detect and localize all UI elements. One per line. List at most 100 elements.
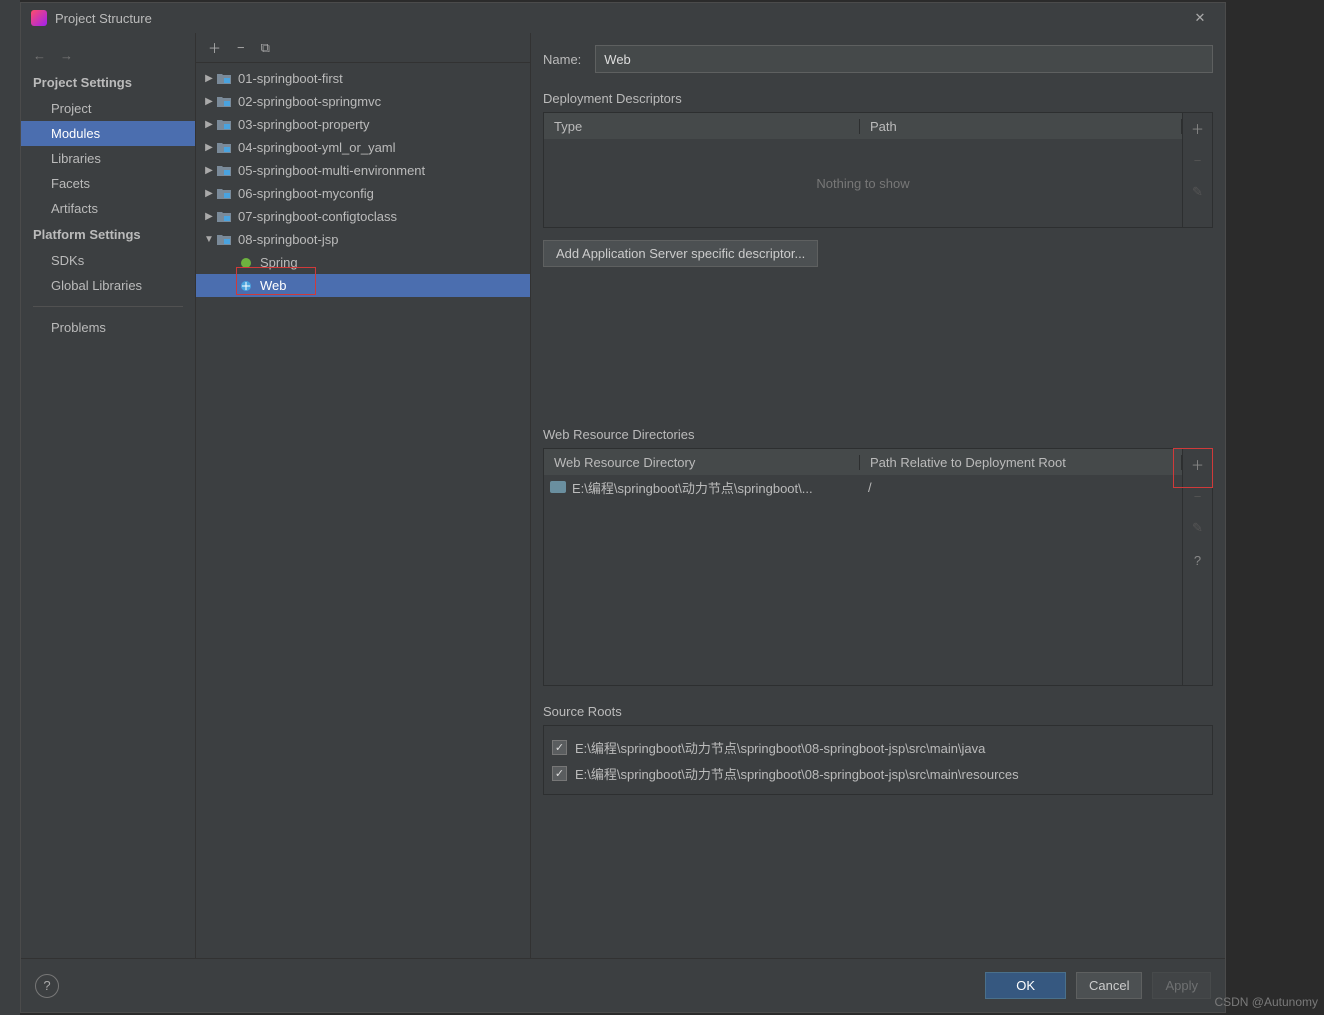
tree-label: 03-springboot-property <box>238 117 370 132</box>
expand-icon[interactable]: ▶ <box>202 188 216 199</box>
wrd-rel: / <box>868 480 872 495</box>
col-rel: Path Relative to Deployment Root <box>860 455 1182 470</box>
sidebar-item-libraries[interactable]: Libraries <box>21 146 195 171</box>
sidebar-item-sdks[interactable]: SDKs <box>21 248 195 273</box>
expand-icon[interactable]: ▶ <box>202 211 216 222</box>
sidebar-item-project[interactable]: Project <box>21 96 195 121</box>
expand-icon[interactable]: ▶ <box>202 119 216 130</box>
background-strip <box>0 0 20 1015</box>
sidebar-item-artifacts[interactable]: Artifacts <box>21 196 195 221</box>
add-icon[interactable]: ＋ <box>208 38 221 57</box>
collapse-icon[interactable]: ▼ <box>202 234 216 245</box>
tree-label: 07-springboot-configtoclass <box>238 209 397 224</box>
settings-sidebar: ← → Project Settings Project Modules Lib… <box>21 33 196 958</box>
name-input[interactable] <box>595 45 1213 73</box>
module-icon <box>216 210 232 224</box>
module-icon <box>216 118 232 132</box>
tree-node[interactable]: ▶ 02-springboot-springmvc <box>196 90 530 113</box>
help-icon[interactable]: ? <box>35 974 59 998</box>
sidebar-item-global-libraries[interactable]: Global Libraries <box>21 273 195 298</box>
tree-node-expanded[interactable]: ▼<عناية"> 08-springboot-jsp <box>196 228 530 251</box>
expand-icon[interactable]: ▶ <box>202 142 216 153</box>
add-icon[interactable]: ＋ <box>1187 453 1209 475</box>
sidebar-item-problems[interactable]: Problems <box>21 315 195 340</box>
name-label: Name: <box>543 52 581 67</box>
col-path: Path <box>860 119 1182 134</box>
edit-icon[interactable]: ✎ <box>1187 181 1209 203</box>
web-icon <box>238 279 254 293</box>
wrd-dir: E:\编程\springboot\动力节点\springboot\... <box>572 478 862 497</box>
back-icon[interactable]: ← <box>33 48 46 63</box>
tree-label: Web <box>260 278 287 293</box>
apply-button[interactable]: Apply <box>1152 972 1211 999</box>
tree-node[interactable]: ▶ 06-springboot-myconfig <box>196 182 530 205</box>
module-tree-panel: ＋ − ⧉ ▶ 01-springboot-first ▶ 02-springboo… <box>196 33 531 958</box>
tree-label: 01-springboot-first <box>238 71 343 86</box>
forward-icon[interactable]: → <box>60 48 73 63</box>
tree-leaf-web[interactable]: Web <box>196 274 530 297</box>
nav-arrows: ← → <box>21 41 195 69</box>
help-icon[interactable]: ? <box>1187 549 1209 571</box>
ok-button[interactable]: OK <box>985 972 1066 999</box>
module-icon <box>216 141 232 155</box>
wrd-body: E:\编程\springboot\动力节点\springboot\... / <box>544 475 1182 685</box>
remove-icon[interactable]: − <box>1187 149 1209 171</box>
tree-node[interactable]: ▶04-springboot-yml_or_yaml <box>196 136 530 159</box>
tree-label: 02-springboot-springmvc <box>238 94 381 109</box>
wrd-actions: ＋ − ✎ ? <box>1182 449 1212 685</box>
wrd-table-wrap: Web Resource Directory Path Relative to … <box>543 448 1213 686</box>
close-icon[interactable]: ✕ <box>1185 10 1215 26</box>
copy-icon[interactable]: ⧉ <box>261 40 270 56</box>
tree-node[interactable]: ▶05-springboot-multi-environment <box>196 159 530 182</box>
module-icon <box>216 95 232 109</box>
checkbox-icon[interactable]: ✓ <box>552 740 567 755</box>
expand-icon[interactable]: ▶ <box>202 96 216 107</box>
source-root-row[interactable]: ✓ E:\编程\springboot\动力节点\springboot\08-sp… <box>552 760 1204 786</box>
source-root-row[interactable]: ✓ E:\编程\springboot\动力节点\springboot\08-sp… <box>552 734 1204 760</box>
spring-icon <box>238 256 254 270</box>
remove-icon[interactable]: − <box>1187 485 1209 507</box>
sidebar-item-facets[interactable]: Facets <box>21 171 195 196</box>
wrd-row[interactable]: E:\编程\springboot\动力节点\springboot\... / <box>544 475 1182 499</box>
tree-node[interactable]: ▶ 03-springboot-property <box>196 113 530 136</box>
wrd-table: Web Resource Directory Path Relative to … <box>544 449 1182 685</box>
source-root-path: E:\编程\springboot\动力节点\springboot\08-spri… <box>575 738 985 757</box>
source-roots-section: Source Roots ✓ E:\编程\springboot\动力节点\spr… <box>543 704 1213 795</box>
sidebar-divider <box>33 306 183 307</box>
tree-label: 06-springboot-myconfig <box>238 186 374 201</box>
watermark: CSDN @Autunomy <box>1214 995 1318 1009</box>
dialog-body: ← → Project Settings Project Modules Lib… <box>21 33 1225 958</box>
deployment-table-head: Type Path <box>544 113 1182 139</box>
deployment-actions: ＋ − ✎ <box>1182 113 1212 227</box>
name-row: Name: <box>543 45 1213 73</box>
checkbox-icon[interactable]: ✓ <box>552 766 567 781</box>
remove-icon[interactable]: − <box>237 40 245 55</box>
tree-node[interactable]: ▶ 01-springboot-first <box>196 67 530 90</box>
add-icon[interactable]: ＋ <box>1187 117 1209 139</box>
module-icon <box>216 187 232 201</box>
platform-settings-heading: Platform Settings <box>21 221 195 248</box>
titlebar: Project Structure ✕ <box>21 3 1225 33</box>
expand-icon[interactable]: ▶ <box>202 165 216 176</box>
module-tree[interactable]: ▶ 01-springboot-first ▶ 02-springboot-spri… <box>196 63 530 958</box>
edit-icon[interactable]: ✎ <box>1187 517 1209 539</box>
tree-node[interactable]: ▶ 07-springboot-configtoclass <box>196 205 530 228</box>
add-descriptor-button[interactable]: Add Application Server specific descript… <box>543 240 818 267</box>
tree-label: 08-springboot-jsp <box>238 232 338 247</box>
deployment-table-wrap: Type Path Nothing to show ＋ − ✎ <box>543 112 1213 228</box>
wrd-table-head: Web Resource Directory Path Relative to … <box>544 449 1182 475</box>
dialog-footer: ? OK Cancel Apply <box>21 958 1225 1012</box>
tree-leaf-spring[interactable]: Spring <box>196 251 530 274</box>
col-wrd: Web Resource Directory <box>544 455 860 470</box>
tree-label: Spring <box>260 255 298 270</box>
module-icon: <عناية"> <box>216 233 232 247</box>
add-descriptor-label: Add Application Server specific descript… <box>556 246 805 261</box>
expand-icon[interactable]: ▶ <box>202 73 216 84</box>
sidebar-item-modules[interactable]: Modules <box>21 121 195 146</box>
deployment-empty: Nothing to show <box>544 139 1182 227</box>
intellij-icon <box>31 10 47 26</box>
module-icon <box>216 72 232 86</box>
cancel-button[interactable]: Cancel <box>1076 972 1142 999</box>
project-structure-dialog: Project Structure ✕ ← → Project Settings… <box>20 2 1226 1013</box>
source-root-path: E:\编程\springboot\动力节点\springboot\08-spri… <box>575 764 1019 783</box>
